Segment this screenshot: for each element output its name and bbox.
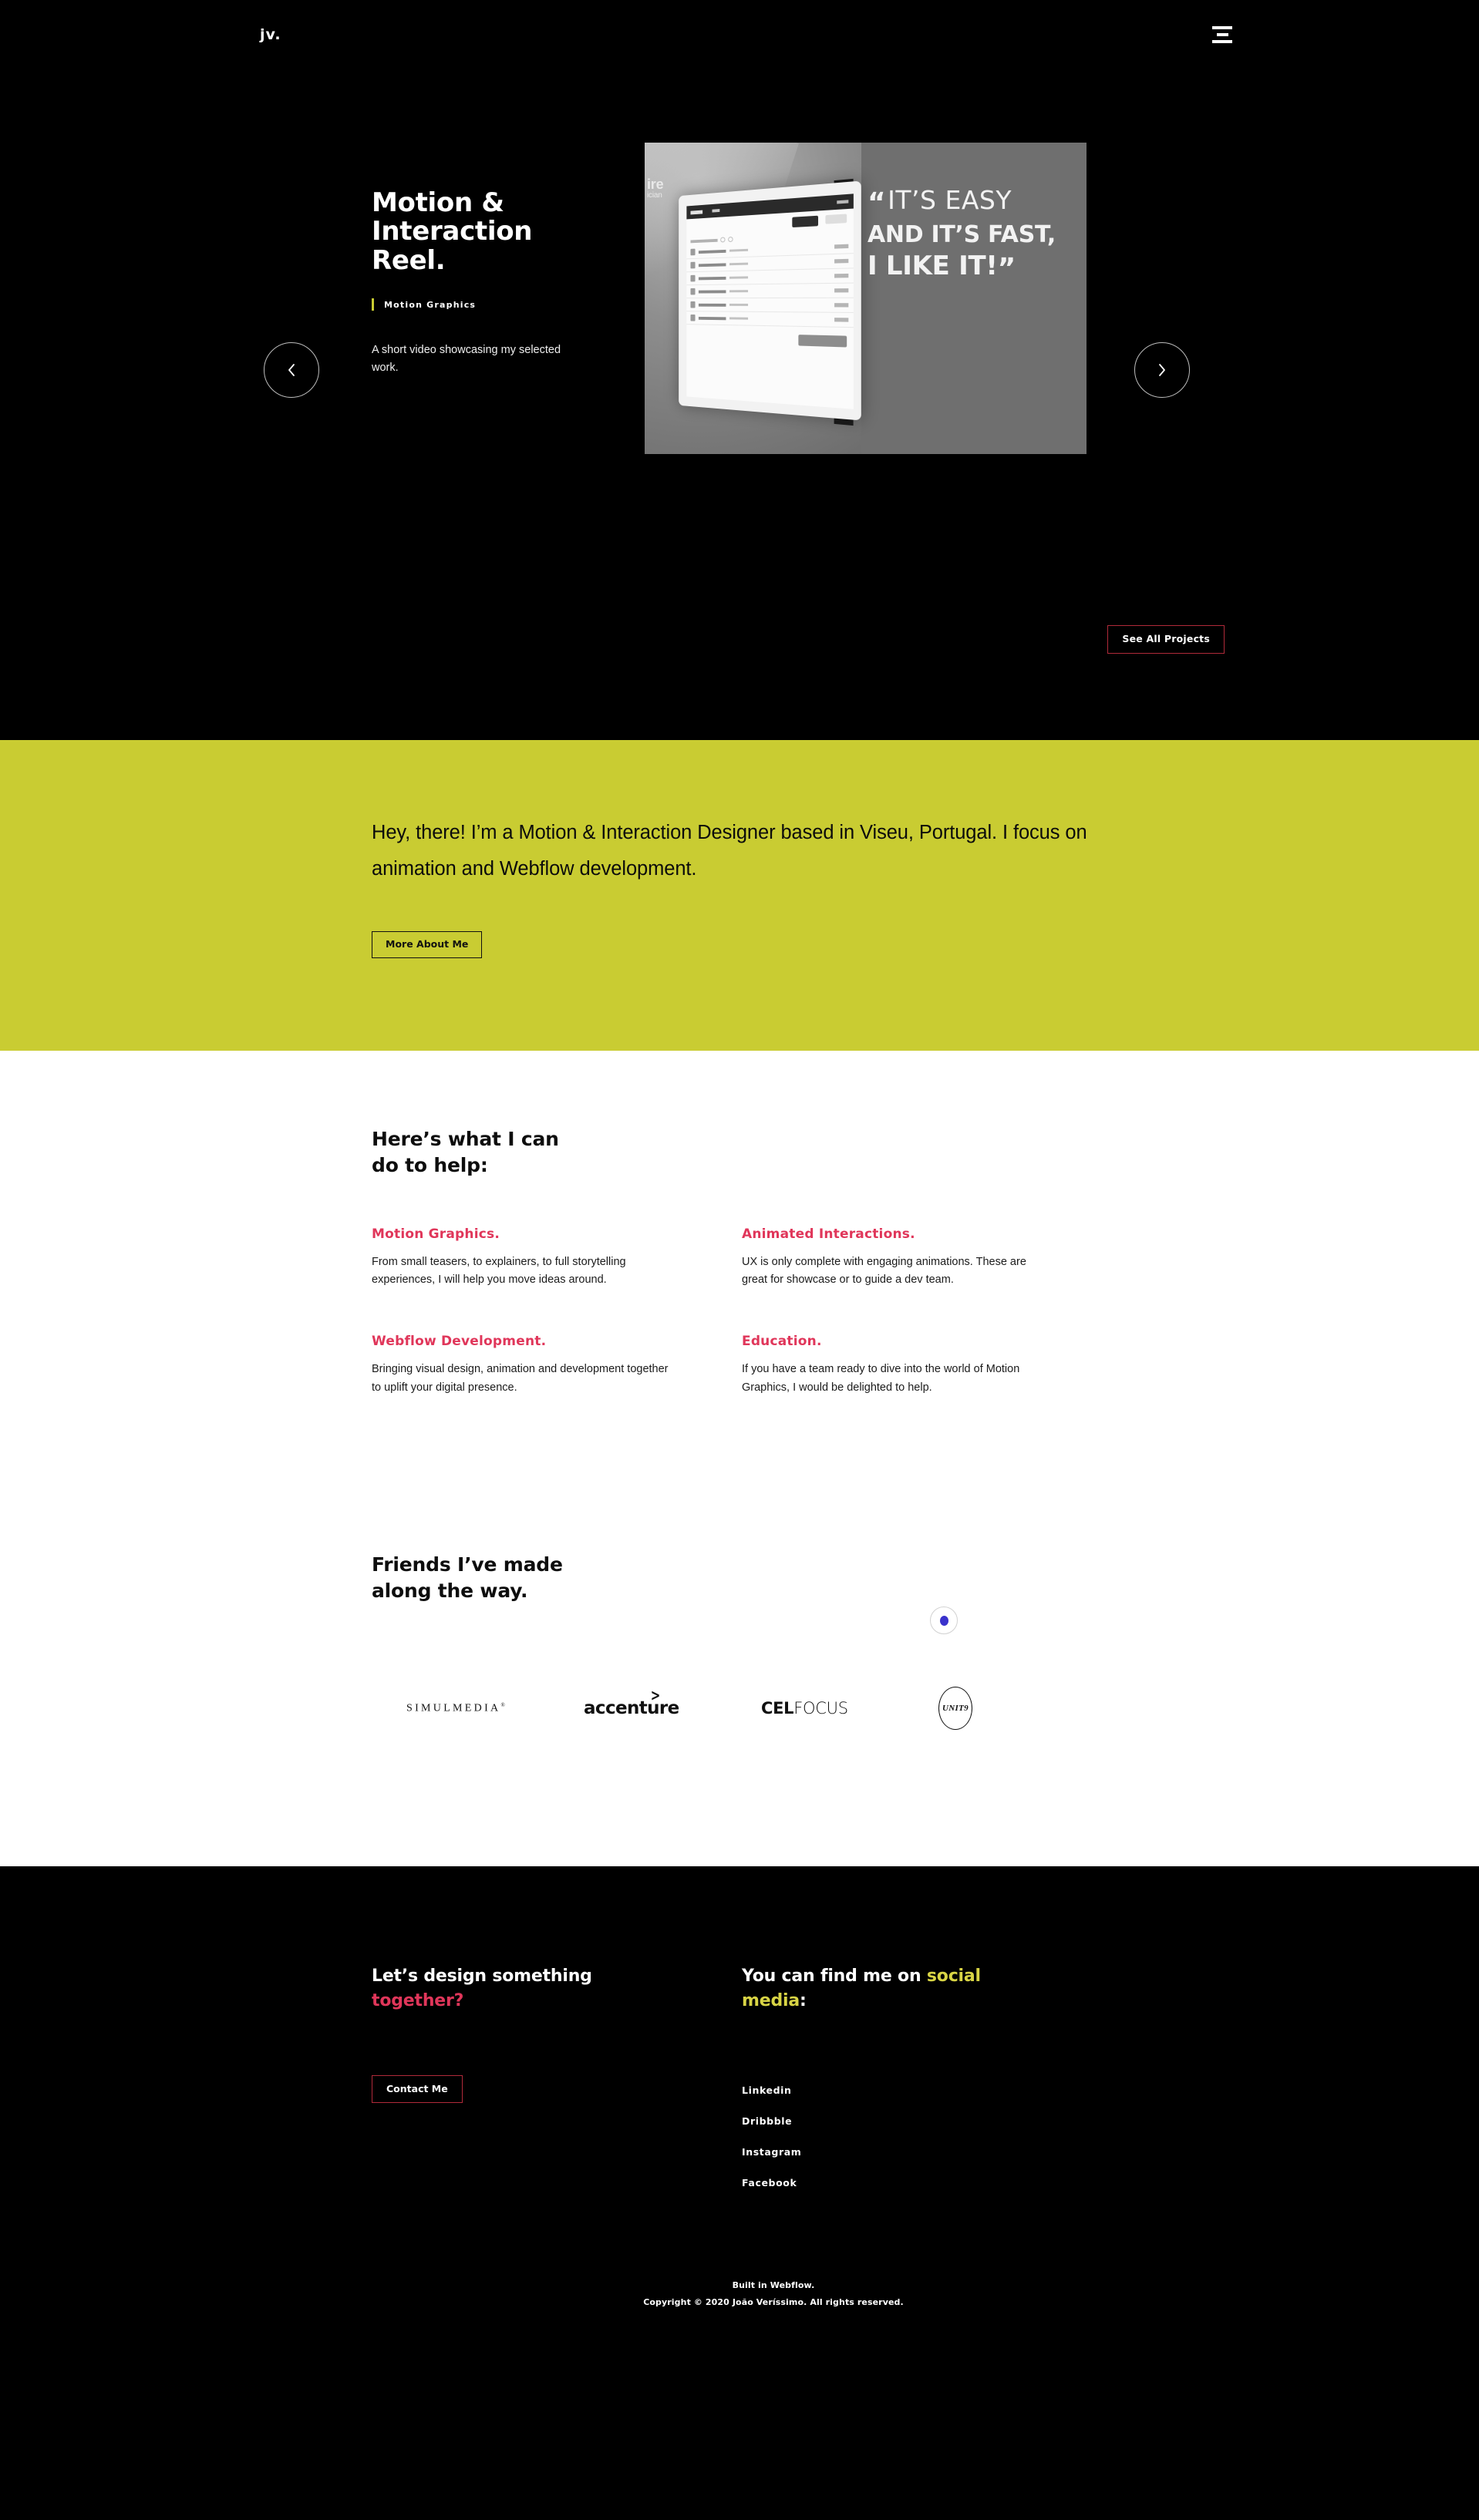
client-logos-row: SIMULMEDIA® > accenture CELFOCUS UNIT9: [372, 1681, 1175, 1735]
category-accent-bar: [372, 298, 374, 311]
quote-line-3: I LIKE IT!”: [868, 251, 1016, 284]
intro-section: Hey, there! I’m a Motion & Interaction D…: [0, 740, 1479, 1634]
see-all-projects-button[interactable]: See All Projects: [1107, 625, 1225, 654]
footer-social-colon: :: [799, 1990, 807, 2010]
client-logo-unit9: UNIT9: [938, 1681, 1116, 1735]
chevron-left-icon: [288, 364, 295, 376]
service-card: Animated Interactions. UX is only comple…: [742, 1226, 1050, 1290]
social-link-facebook[interactable]: Facebook: [742, 2177, 1175, 2189]
services-heading: Here’s what I can do to help:: [372, 1128, 559, 1176]
footer-social-lead: You can find me on: [742, 1966, 927, 1986]
quote-open-mark: “: [868, 187, 887, 219]
service-body: UX is only complete with engaging animat…: [742, 1255, 1026, 1286]
service-title: Motion Graphics.: [372, 1226, 500, 1242]
wall-logo: ire ician: [647, 177, 664, 200]
services-wrap: Here’s what I can do to help: Motion Gra…: [304, 1126, 1175, 1442]
footer-cta-heading: Let’s design something together?: [372, 1964, 742, 2014]
tablet-screen: [686, 193, 854, 409]
chevron-right-icon: [1159, 364, 1165, 376]
footer-social-heading: You can find me on social media:: [742, 1964, 1175, 2014]
clients-section: Friends I’ve made along the way. SIMULME…: [0, 1442, 1479, 1866]
client-logo-accenture-text: accenture: [584, 1697, 679, 1718]
app-list-row: [686, 283, 854, 299]
client-logo-simulmedia: SIMULMEDIA®: [406, 1681, 584, 1735]
service-body: If you have a team ready to dive into th…: [742, 1363, 1020, 1394]
service-title: Education.: [742, 1334, 822, 1350]
social-link-instagram[interactable]: Instagram: [742, 2146, 1175, 2158]
footer-social-highlight-1: social: [926, 1966, 981, 1986]
slider-next-button[interactable]: [1134, 342, 1190, 398]
page-root: jv. Motion & Interaction Reel. Motion Gr…: [0, 0, 1479, 2367]
service-card: Webflow Development. Bringing visual des…: [372, 1334, 680, 1397]
slider-prev-button[interactable]: [264, 342, 319, 398]
services-grid: Motion Graphics. From small teasers, to …: [372, 1226, 1175, 1442]
wall-logo-sub: ician: [647, 190, 662, 200]
legal-block: Built in Webflow. Copyright © 2020 João …: [372, 2277, 1175, 2311]
social-link-dribbble[interactable]: Dribbble: [742, 2115, 1175, 2127]
client-logo-unit9-text: UNIT9: [938, 1686, 972, 1730]
cursor-indicator: [930, 1607, 958, 1634]
service-body: Bringing visual design, animation and de…: [372, 1363, 669, 1394]
more-about-me-button[interactable]: More About Me: [372, 931, 483, 958]
quote-line-1: “IT’S EASY: [868, 185, 1012, 219]
slide-text-block: Motion & Interaction Reel. Motion Graphi…: [304, 143, 605, 376]
slide-title: Motion & Interaction Reel.: [372, 187, 533, 276]
hero-section: jv. Motion & Interaction Reel. Motion Gr…: [0, 0, 1479, 740]
services-section: Here’s what I can do to help: Motion Gra…: [0, 1051, 1479, 1442]
slide-video-still[interactable]: ire ician “IT’S EASY AND IT’S FAST, I LI…: [645, 143, 1087, 454]
app-list-row: [686, 268, 854, 286]
quote-line-2: AND IT’S FAST,: [868, 221, 1056, 248]
clients-wrap: Friends I’ve made along the way. SIMULME…: [304, 1552, 1175, 1735]
footer-grid: Let’s design something together? Contact…: [372, 1964, 1175, 2208]
wall-quote: “IT’S EASY AND IT’S FAST, I LIKE IT!”: [868, 187, 1077, 283]
registered-mark-icon: ®: [500, 1701, 505, 1708]
contact-me-button[interactable]: Contact Me: [372, 2074, 463, 2104]
slide-category: Motion Graphics: [372, 298, 605, 311]
client-logo-celfocus: CELFOCUS: [761, 1681, 938, 1735]
slide-description: A short video showcasing my selected wor…: [372, 344, 561, 374]
social-link-linkedin[interactable]: Linkedin: [742, 2084, 1175, 2096]
app-list-row: [686, 298, 854, 314]
intro-wrap: Hey, there! I’m a Motion & Interaction D…: [304, 740, 1175, 958]
intro-paragraph: Hey, there! I’m a Motion & Interaction D…: [372, 822, 1087, 880]
quote-close-mark: ”: [997, 253, 1016, 284]
footer-cta-column: Let’s design something together? Contact…: [372, 1964, 742, 2208]
slide: Motion & Interaction Reel. Motion Graphi…: [304, 143, 1175, 454]
client-logo-simulmedia-text: SIMULMEDIA: [406, 1702, 501, 1714]
footer-social-column: You can find me on social media: Linkedi…: [742, 1964, 1175, 2208]
client-logo-celfocus-light: FOCUS: [793, 1698, 848, 1718]
client-logo-celfocus-bold: CEL: [761, 1698, 794, 1718]
accenture-arrow-icon: >: [650, 1685, 661, 1705]
cursor-dot-icon: [939, 1615, 948, 1626]
tablet-device: [679, 180, 861, 421]
built-with-text: Built in Webflow.: [732, 2279, 815, 2290]
service-card: Education. If you have a team ready to d…: [742, 1334, 1050, 1397]
service-title: Webflow Development.: [372, 1334, 547, 1350]
clients-heading: Friends I’ve made along the way.: [372, 1553, 563, 1603]
footer-cta-line1: Let’s design something: [372, 1966, 592, 1986]
social-links-list: Linkedin Dribbble Instagram Facebook: [742, 2084, 1175, 2189]
footer-social-highlight-2: media: [742, 1990, 800, 2010]
app-footer-button: [798, 335, 847, 348]
footer-wrap: Let’s design something together? Contact…: [304, 1964, 1175, 2311]
client-logo-accenture: > accenture: [584, 1681, 761, 1735]
service-title: Animated Interactions.: [742, 1226, 915, 1242]
service-body: From small teasers, to explainers, to fu…: [372, 1255, 626, 1286]
see-all-projects-wrapper: See All Projects: [1107, 625, 1225, 654]
slide-category-label: Motion Graphics: [384, 299, 477, 310]
service-card: Motion Graphics. From small teasers, to …: [372, 1226, 680, 1290]
footer-section: Let’s design something together? Contact…: [0, 1866, 1479, 2367]
copyright-text: Copyright © 2020 João Veríssimo. All rig…: [643, 2296, 904, 2307]
project-slider: Motion & Interaction Reel. Motion Graphi…: [0, 0, 1479, 454]
footer-cta-line2: together?: [372, 1990, 464, 2010]
app-list-row: [686, 311, 854, 328]
